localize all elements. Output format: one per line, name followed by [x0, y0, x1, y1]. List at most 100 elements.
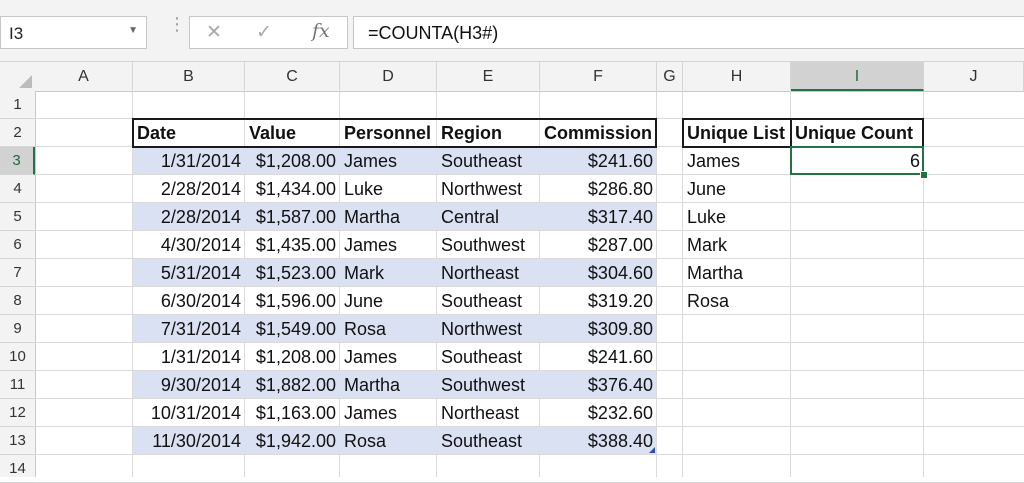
table-cell[interactable]: Southwest: [437, 231, 540, 259]
table-cell[interactable]: 2/28/2014: [133, 203, 245, 231]
table-cell[interactable]: 4/30/2014: [133, 231, 245, 259]
table-header-value[interactable]: Value: [245, 119, 340, 147]
table-cell[interactable]: Luke: [340, 175, 437, 203]
table-cell[interactable]: $287.00: [540, 231, 657, 259]
table-cell[interactable]: $1,435.00: [245, 231, 340, 259]
row-header-13[interactable]: 13: [0, 427, 35, 455]
table-cell[interactable]: James: [340, 147, 437, 175]
table-cell[interactable]: $232.60: [540, 399, 657, 427]
row-header-12[interactable]: 12: [0, 399, 35, 427]
enter-icon[interactable]: ✓: [256, 21, 272, 44]
table-cell[interactable]: Southwest: [437, 371, 540, 399]
cancel-icon[interactable]: ✕: [206, 21, 222, 44]
table-cell[interactable]: Northwest: [437, 315, 540, 343]
row-header-3[interactable]: 3: [0, 147, 35, 175]
column-header-d[interactable]: D: [340, 62, 437, 91]
table-cell[interactable]: 5/31/2014: [133, 259, 245, 287]
unique-list-item[interactable]: June: [683, 175, 791, 203]
row-header-5[interactable]: 5: [0, 203, 35, 231]
unique-list-item[interactable]: Martha: [683, 259, 791, 287]
table-cell[interactable]: Northwest: [437, 175, 540, 203]
table-cell[interactable]: $376.40: [540, 371, 657, 399]
table-cell[interactable]: Southeast: [437, 287, 540, 315]
column-header-f[interactable]: F: [540, 62, 657, 91]
unique-list-header[interactable]: Unique List: [683, 119, 791, 147]
row-header-9[interactable]: 9: [0, 315, 35, 343]
table-cell[interactable]: $1,163.00: [245, 399, 340, 427]
table-cell[interactable]: Martha: [340, 203, 437, 231]
table-cell[interactable]: 10/31/2014: [133, 399, 245, 427]
table-cell[interactable]: James: [340, 399, 437, 427]
table-cell[interactable]: $1,882.00: [245, 371, 340, 399]
table-resize-handle[interactable]: [649, 447, 655, 453]
table-cell[interactable]: $1,587.00: [245, 203, 340, 231]
table-cell[interactable]: Rosa: [340, 427, 437, 455]
table-cell[interactable]: James: [340, 231, 437, 259]
unique-list-item[interactable]: Rosa: [683, 287, 791, 315]
cell-area[interactable]: Date Value Personnel Region Commission 1/31/2…: [35, 91, 1024, 483]
table-cell[interactable]: $1,942.00: [245, 427, 340, 455]
table-cell[interactable]: $304.60: [540, 259, 657, 287]
table-cell[interactable]: $388.40: [540, 427, 657, 455]
formula-input[interactable]: =COUNTA(H3#): [353, 16, 1024, 49]
row-header-1[interactable]: 1: [0, 91, 35, 119]
table-cell[interactable]: Mark: [340, 259, 437, 287]
row-header-10[interactable]: 10: [0, 343, 35, 371]
column-header-h[interactable]: H: [683, 62, 791, 91]
table-cell[interactable]: Rosa: [340, 315, 437, 343]
table-cell[interactable]: $1,434.00: [245, 175, 340, 203]
table-cell[interactable]: $286.80: [540, 175, 657, 203]
table-cell[interactable]: 2/28/2014: [133, 175, 245, 203]
row-header-14[interactable]: 14: [0, 455, 35, 483]
unique-list-item[interactable]: James: [683, 147, 791, 175]
column-header-e[interactable]: E: [437, 62, 540, 91]
grip-icon[interactable]: ⋮: [168, 15, 186, 33]
table-cell[interactable]: Southeast: [437, 427, 540, 455]
table-cell[interactable]: 7/31/2014: [133, 315, 245, 343]
row-header-2[interactable]: 2: [0, 119, 35, 147]
table-header-personnel[interactable]: Personnel: [340, 119, 437, 147]
row-header-6[interactable]: 6: [0, 231, 35, 259]
fill-handle[interactable]: [920, 171, 928, 179]
name-box[interactable]: I3 ▼: [0, 16, 147, 49]
table-cell[interactable]: June: [340, 287, 437, 315]
table-cell[interactable]: 11/30/2014: [133, 427, 245, 455]
column-header-i[interactable]: I: [791, 62, 924, 91]
table-cell[interactable]: $309.80: [540, 315, 657, 343]
row-header-11[interactable]: 11: [0, 371, 35, 399]
column-header-c[interactable]: C: [245, 62, 340, 91]
table-cell[interactable]: $1,549.00: [245, 315, 340, 343]
column-header-j[interactable]: J: [924, 62, 1024, 91]
table-cell[interactable]: James: [340, 343, 437, 371]
column-header-b[interactable]: B: [133, 62, 245, 91]
table-cell[interactable]: Martha: [340, 371, 437, 399]
table-cell[interactable]: $241.60: [540, 343, 657, 371]
table-cell[interactable]: $241.60: [540, 147, 657, 175]
row-header-8[interactable]: 8: [0, 287, 35, 315]
table-cell[interactable]: Southeast: [437, 147, 540, 175]
table-header-commission[interactable]: Commission: [540, 119, 657, 147]
column-header-a[interactable]: A: [35, 62, 133, 91]
active-cell-selection[interactable]: [790, 146, 924, 175]
table-cell[interactable]: 1/31/2014: [133, 343, 245, 371]
table-cell[interactable]: Northeast: [437, 399, 540, 427]
table-header-region[interactable]: Region: [437, 119, 540, 147]
table-cell[interactable]: Central: [437, 203, 540, 231]
row-header-7[interactable]: 7: [0, 259, 35, 287]
row-header-4[interactable]: 4: [0, 175, 35, 203]
select-all-icon[interactable]: [0, 62, 35, 91]
table-cell[interactable]: $1,523.00: [245, 259, 340, 287]
unique-count-header[interactable]: Unique Count: [791, 119, 924, 147]
chevron-down-icon[interactable]: ▼: [128, 25, 138, 36]
table-cell[interactable]: 1/31/2014: [133, 147, 245, 175]
unique-list-item[interactable]: Luke: [683, 203, 791, 231]
table-cell[interactable]: Northeast: [437, 259, 540, 287]
table-cell[interactable]: 6/30/2014: [133, 287, 245, 315]
unique-list-item[interactable]: Mark: [683, 231, 791, 259]
table-header-date[interactable]: Date: [133, 119, 245, 147]
fx-icon[interactable]: fx: [312, 20, 330, 42]
table-cell[interactable]: $317.40: [540, 203, 657, 231]
table-cell[interactable]: $1,208.00: [245, 343, 340, 371]
table-cell[interactable]: 9/30/2014: [133, 371, 245, 399]
column-header-g[interactable]: G: [657, 62, 683, 91]
